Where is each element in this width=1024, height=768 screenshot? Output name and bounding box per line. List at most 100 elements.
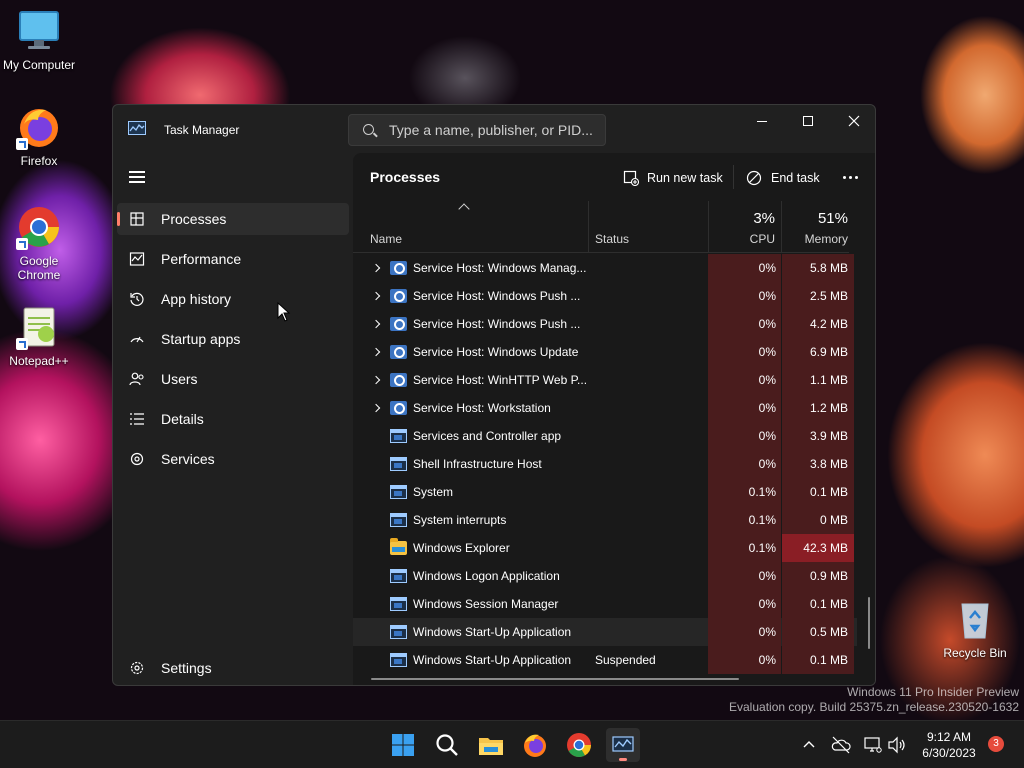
maximize-icon	[803, 116, 813, 126]
desktop-icon-label: Recycle Bin	[943, 646, 1007, 660]
table-row[interactable]: Windows Explorer 0.1% 42.3 MB	[353, 534, 857, 562]
horizontal-scrollbar[interactable]	[371, 678, 739, 680]
desktop-icon-label: My Computer	[2, 58, 76, 72]
chevron-right-icon[interactable]	[371, 403, 381, 413]
firefox-icon[interactable]	[520, 730, 550, 760]
column-header-status[interactable]: Status	[595, 232, 629, 246]
sidebar-item-users[interactable]: Users	[117, 363, 349, 395]
task-manager-taskbar-button[interactable]	[606, 728, 640, 762]
table-row[interactable]: Service Host: Workstation 0% 1.2 MB	[353, 394, 857, 422]
sidebar-item-startup-apps[interactable]: Startup apps	[117, 323, 349, 355]
close-button[interactable]	[831, 105, 875, 137]
desktop-icon-notepadpp[interactable]: Notepad++	[1, 304, 77, 368]
sidebar-item-label: Processes	[161, 211, 227, 227]
title-bar[interactable]: Task Manager	[113, 105, 875, 153]
column-divider[interactable]	[708, 201, 709, 253]
chevron-right-icon[interactable]	[371, 291, 381, 301]
chevron-right-icon[interactable]	[371, 263, 381, 273]
process-cpu: 0%	[758, 625, 776, 639]
sidebar-item-details[interactable]: Details	[117, 403, 349, 435]
desktop-icon-chrome[interactable]: Google Chrome	[1, 204, 77, 282]
end-task-button[interactable]: End task	[746, 164, 820, 192]
table-row[interactable]: Windows Logon Application 0% 0.9 MB	[353, 562, 857, 590]
chevron-right-icon[interactable]	[371, 347, 381, 357]
more-options-icon[interactable]	[841, 165, 861, 189]
table-row[interactable]: Windows Start-Up Application Suspended 0% 0…	[353, 646, 857, 674]
table-row[interactable]: System 0.1% 0.1 MB	[353, 478, 857, 506]
sidebar-item-services[interactable]: Services	[117, 443, 349, 475]
volume-icon[interactable]	[886, 734, 908, 756]
service-host-icon	[390, 317, 407, 331]
network-icon[interactable]	[862, 734, 884, 756]
process-memory: 0.9 MB	[809, 569, 848, 583]
app-window-icon	[390, 457, 407, 471]
cpu-total-percent: 3%	[753, 210, 775, 227]
sidebar-item-processes[interactable]: Processes	[117, 203, 349, 235]
process-name: Windows Start-Up Application	[413, 653, 572, 667]
process-cpu: 0.1%	[748, 513, 776, 527]
settings-button[interactable]: Settings	[117, 652, 349, 684]
column-header-name[interactable]: Name	[370, 232, 402, 246]
process-memory: 0 MB	[819, 513, 848, 527]
clock[interactable]: 9:12 AM 6/30/2023	[914, 728, 984, 762]
chevron-right-icon[interactable]	[371, 375, 381, 385]
process-memory: 5.8 MB	[809, 261, 848, 275]
task-manager-icon	[128, 121, 146, 135]
search-input[interactable]	[389, 115, 599, 145]
firefox-icon	[16, 104, 62, 150]
sidebar-item-label: Users	[161, 371, 198, 387]
maximize-button[interactable]	[785, 105, 831, 137]
sidebar-item-app-history[interactable]: App history	[117, 283, 349, 315]
table-row[interactable]: Service Host: Windows Update 0% 6.9 MB	[353, 338, 857, 366]
chrome-icon[interactable]	[564, 730, 594, 760]
hamburger-menu-icon[interactable]	[129, 171, 145, 183]
table-row[interactable]: System interrupts 0.1% 0 MB	[353, 506, 857, 534]
app-window-icon	[390, 653, 407, 667]
sidebar-item-performance[interactable]: Performance	[117, 243, 349, 275]
desktop-icon-recycle-bin[interactable]: Recycle Bin	[937, 596, 1013, 660]
desktop-icon-firefox[interactable]: Firefox	[1, 104, 77, 168]
onedrive-offline-icon[interactable]	[830, 734, 852, 756]
process-memory: 1.1 MB	[809, 373, 848, 387]
notification-badge[interactable]: 3	[988, 736, 1004, 752]
table-row[interactable]: Shell Infrastructure Host 0% 3.8 MB	[353, 450, 857, 478]
process-cpu: 0%	[758, 429, 776, 443]
minimize-button[interactable]	[739, 105, 785, 137]
column-divider[interactable]	[588, 201, 589, 253]
chevron-right-icon[interactable]	[371, 319, 381, 329]
os-watermark: Windows 11 Pro Insider Preview Evaluatio…	[729, 685, 1019, 715]
desktop-icon-my-computer[interactable]: My Computer	[1, 8, 77, 72]
column-divider[interactable]	[781, 201, 782, 253]
watermark-line: Windows 11 Pro Insider Preview	[847, 685, 1019, 699]
run-new-task-button[interactable]: Run new task	[623, 164, 723, 192]
file-explorer-icon[interactable]	[476, 730, 506, 760]
chrome-icon	[16, 204, 62, 250]
column-header-cpu[interactable]: CPU	[713, 232, 775, 246]
table-row[interactable]: Service Host: Windows Manag... 0% 5.8 MB	[353, 254, 857, 282]
table-row[interactable]: Service Host: WinHTTP Web P... 0% 1.1 MB	[353, 366, 857, 394]
process-memory: 3.9 MB	[809, 429, 848, 443]
services-icon	[129, 451, 145, 467]
process-cpu: 0%	[758, 289, 776, 303]
process-name: Services and Controller app	[413, 429, 562, 443]
chevron-up-icon[interactable]	[800, 736, 818, 754]
table-row[interactable]: Windows Start-Up Application 0% 0.5 MB	[353, 618, 857, 646]
service-host-icon	[390, 289, 407, 303]
table-row[interactable]: Windows Session Manager 0% 0.1 MB	[353, 590, 857, 618]
column-header-memory[interactable]: Memory	[785, 232, 848, 246]
vertical-scrollbar[interactable]	[868, 597, 870, 649]
shortcut-arrow-icon	[16, 238, 28, 250]
table-row[interactable]: Services and Controller app 0% 3.9 MB	[353, 422, 857, 450]
performance-icon	[129, 251, 145, 267]
process-memory: 0.5 MB	[809, 625, 848, 639]
process-name: Shell Infrastructure Host	[413, 457, 542, 471]
settings-label: Settings	[161, 660, 212, 676]
service-host-icon	[390, 261, 407, 275]
table-row[interactable]: Service Host: Windows Push ... 0% 4.2 MB	[353, 310, 857, 338]
search-box[interactable]	[348, 114, 606, 146]
process-name: Service Host: WinHTTP Web P...	[413, 373, 588, 387]
processes-icon	[129, 211, 145, 227]
table-row[interactable]: Service Host: Windows Push ... 0% 2.5 MB	[353, 282, 857, 310]
start-icon[interactable]	[388, 730, 418, 760]
search-icon[interactable]	[432, 730, 462, 760]
